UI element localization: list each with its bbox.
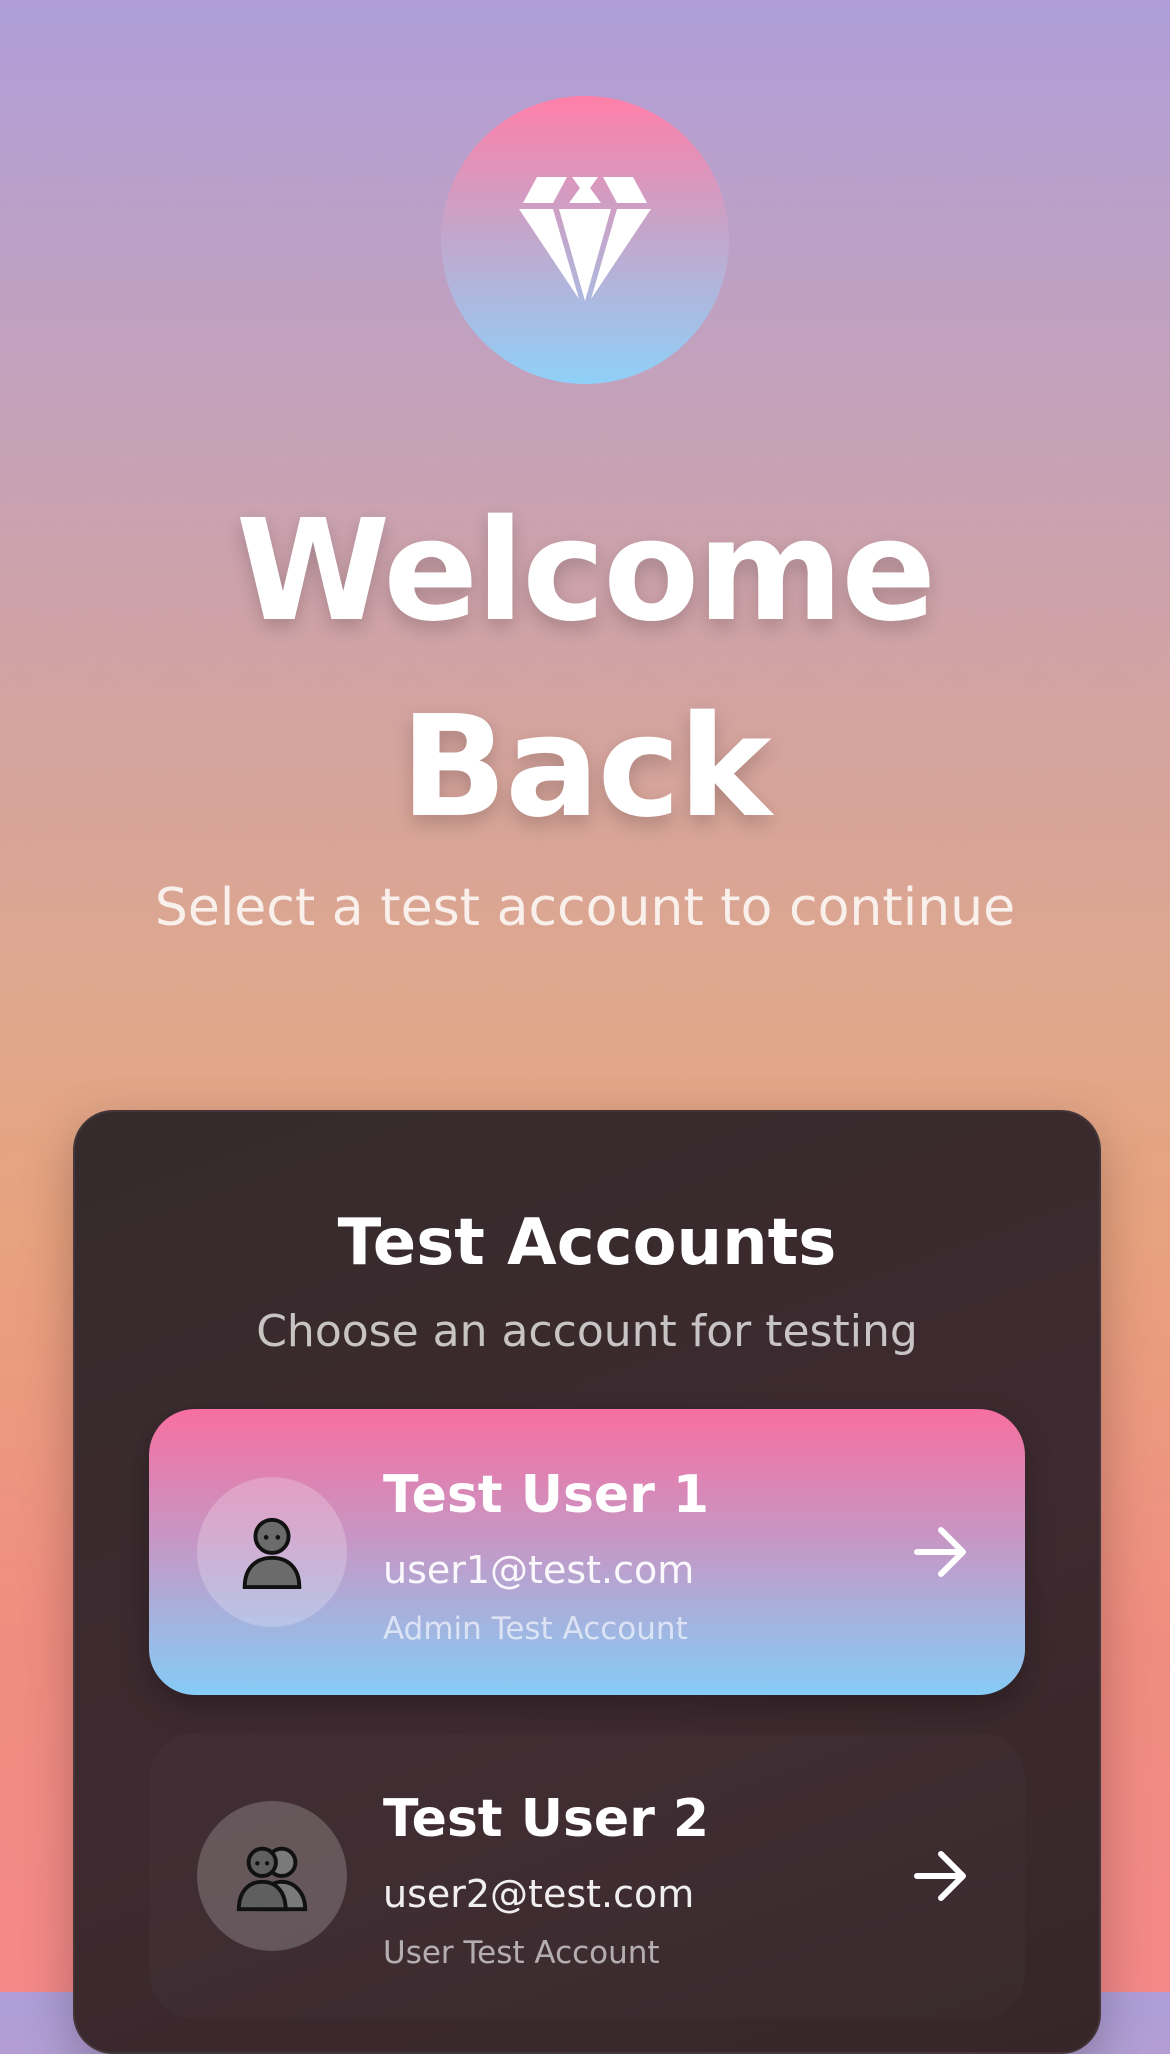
- panel-subtitle: Choose an account for testing: [256, 1306, 918, 1357]
- welcome-title-line1: Welcome: [235, 490, 936, 653]
- arrow-right-icon: [914, 1527, 966, 1577]
- account-email: user2@test.com: [383, 1872, 695, 1916]
- arrow-right-icon: [914, 1851, 966, 1901]
- account-email: user1@test.com: [383, 1548, 695, 1592]
- app-logo: [441, 96, 729, 384]
- account-role: User Test Account: [383, 1935, 660, 1971]
- account-role: Admin Test Account: [383, 1611, 688, 1647]
- avatar: [197, 1801, 347, 1951]
- two-people-icon: [236, 1846, 308, 1912]
- account-card-test-user-2[interactable]: Test User 2 user2@test.com User Test Acc…: [149, 1733, 1025, 2019]
- welcome-subtitle: Select a test account to continue: [154, 878, 1016, 938]
- welcome-title: Welcome Back: [0, 474, 1170, 866]
- person-icon: [242, 1517, 302, 1590]
- account-card-test-user-1[interactable]: Test User 1 user1@test.com Admin Test Ac…: [149, 1409, 1025, 1695]
- welcome-title-line2: Back: [400, 686, 771, 849]
- account-name: Test User 2: [383, 1789, 710, 1849]
- avatar: [197, 1477, 347, 1627]
- test-accounts-panel: Test Accounts Choose an account for test…: [73, 1110, 1101, 2054]
- diamond-icon: [519, 177, 651, 301]
- account-name: Test User 1: [383, 1465, 710, 1525]
- panel-title: Test Accounts: [337, 1206, 837, 1280]
